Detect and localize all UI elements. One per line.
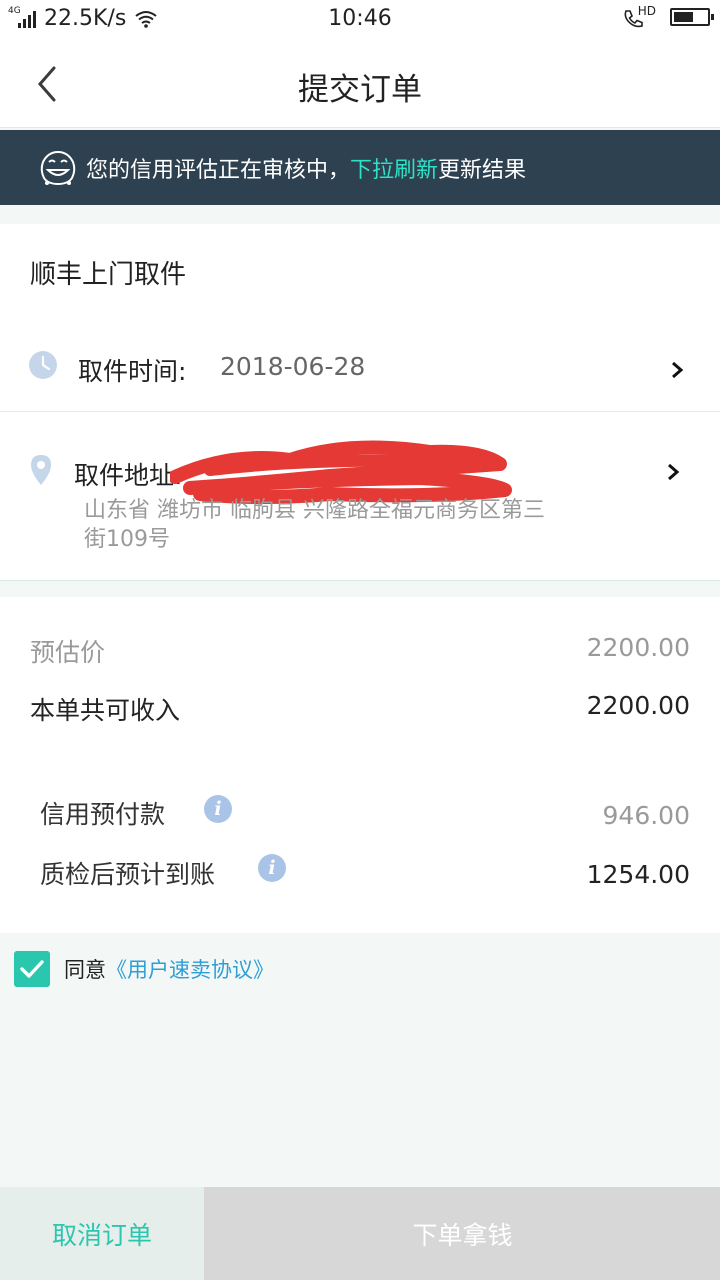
battery-icon: [670, 8, 714, 26]
bottom-action-bar: 取消订单 下单拿钱: [0, 1187, 720, 1280]
smiley-face-icon: [40, 150, 76, 185]
banner-text-before: 您的信用评估正在审核中，: [86, 157, 351, 183]
credit-review-banner[interactable]: 您的信用评估正在审核中，下拉刷新更新结果: [0, 130, 720, 205]
pickup-card: 顺丰上门取件 取件时间: 2018-06-28 取件地址: 山东省 潍坊市 临朐…: [0, 224, 720, 581]
banner-message: 您的信用评估正在审核中，下拉刷新更新结果: [86, 152, 526, 184]
chevron-right-icon: [668, 463, 680, 481]
submit-order-button[interactable]: 下单拿钱: [205, 1187, 720, 1280]
clock-icon: [29, 351, 57, 379]
hd-label: HD: [637, 4, 656, 18]
chevron-right-icon: [672, 361, 684, 379]
info-icon[interactable]: i: [258, 854, 286, 882]
pickup-time-value: 2018-06-28: [220, 352, 366, 381]
pickup-address-detail: 山东省 潍坊市 临朐县 兴隆路全福元商务区第三街109号: [84, 498, 545, 552]
pickup-address-label: 取件地址:: [74, 461, 183, 490]
cancel-order-button[interactable]: 取消订单: [0, 1187, 205, 1280]
pull-refresh-link[interactable]: 下拉刷新: [350, 158, 438, 183]
estimate-value: 2200.00: [586, 633, 690, 662]
after-inspection-label: 质检后预计到账: [40, 860, 216, 889]
location-pin-icon: [31, 455, 51, 485]
banner-text-after: 更新结果: [438, 157, 527, 183]
agreement-row: 同意 《用户速卖协议》: [14, 951, 274, 987]
total-label: 本单共可收入: [30, 696, 181, 725]
agreement-link[interactable]: 《用户速卖协议》: [106, 954, 274, 984]
pricing-card: 预估价 2200.00 本单共可收入 2200.00 信用预付款 i 946.0…: [0, 597, 720, 933]
credit-prepay-value: 946.00: [602, 801, 690, 830]
pickup-time-row[interactable]: 取件时间: 2018-06-28: [0, 328, 720, 412]
agreement-checkbox[interactable]: [14, 951, 50, 987]
status-time: 10:46: [328, 6, 392, 31]
info-icon[interactable]: i: [204, 795, 232, 823]
estimate-label: 预估价: [30, 638, 106, 667]
nav-bar: 提交订单: [0, 40, 720, 128]
pickup-time-label: 取件时间:: [78, 357, 187, 386]
page-title: 提交订单: [298, 72, 422, 108]
status-right: HD: [622, 4, 714, 28]
credit-prepay-label: 信用预付款: [40, 800, 166, 829]
check-icon: [20, 960, 44, 978]
after-inspection-value: 1254.00: [586, 860, 690, 889]
total-value: 2200.00: [586, 691, 690, 720]
hd-call-icon: HD: [622, 4, 656, 28]
agreement-text: 同意: [64, 958, 106, 982]
status-bar: 4G 22.5K/s 10:46 HD: [0, 0, 720, 40]
pickup-address-row[interactable]: 取件地址: 山东省 潍坊市 临朐县 兴隆路全福元商务区第三街109号: [0, 412, 720, 580]
pickup-title: 顺丰上门取件: [30, 260, 187, 290]
